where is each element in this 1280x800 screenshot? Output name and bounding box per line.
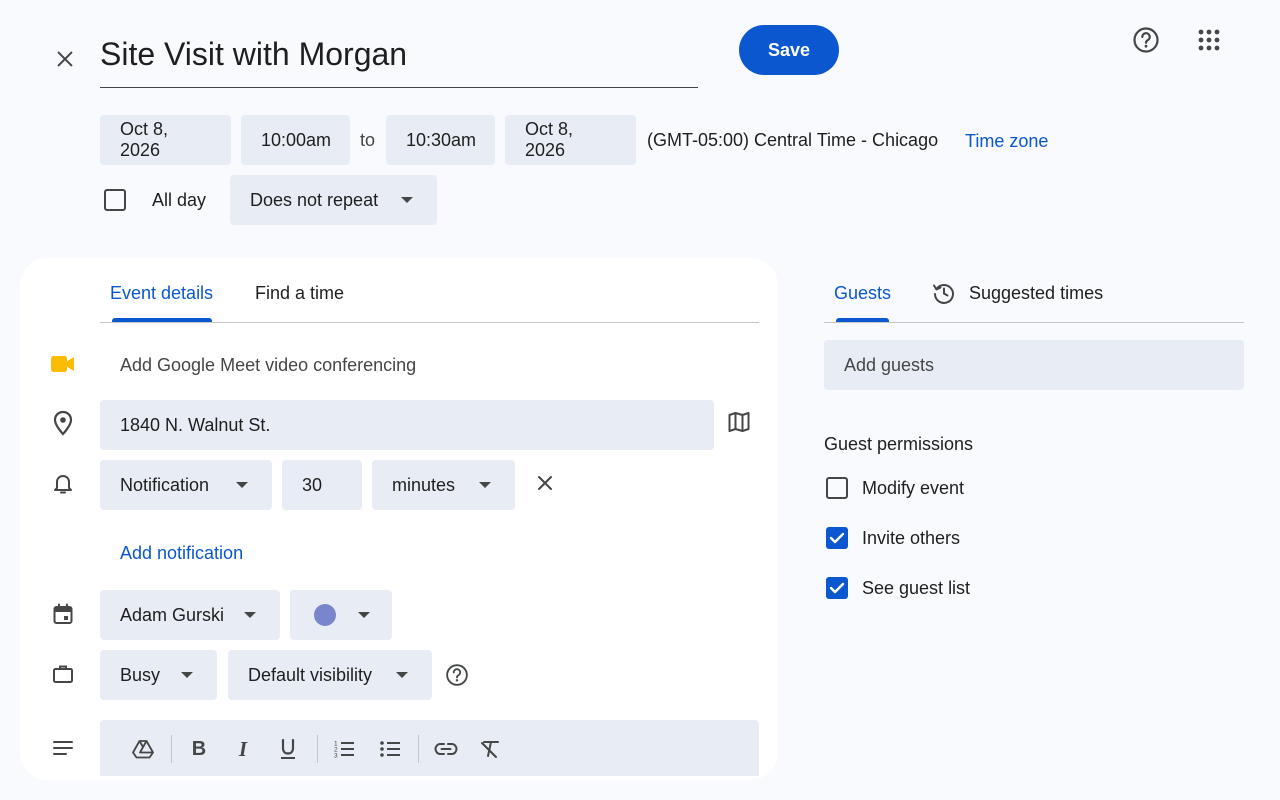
clear-formatting-icon[interactable]: [477, 736, 503, 762]
timezone-text: (GMT-05:00) Central Time - Chicago: [647, 130, 939, 150]
location-input[interactable]: 1840 N. Walnut St.: [100, 400, 714, 450]
end-time-chip[interactable]: 10:30am: [386, 115, 495, 165]
help-icon[interactable]: [1130, 24, 1162, 56]
location-pin-icon: [48, 408, 78, 438]
chevron-down-icon: [479, 482, 491, 488]
chevron-down-icon: [358, 612, 370, 618]
start-time: 10:00am: [261, 129, 332, 150]
chevron-down-icon: [236, 482, 248, 488]
end-date-chip[interactable]: Oct 8, 2026: [505, 115, 636, 165]
visibility-help-icon[interactable]: [444, 662, 470, 688]
bulleted-list-icon[interactable]: [377, 736, 403, 762]
repeat-dropdown[interactable]: Does not repeat: [230, 175, 437, 225]
toolbar-divider: [171, 735, 172, 763]
modify-event-label: Modify event: [862, 478, 965, 498]
save-button[interactable]: Save: [739, 25, 839, 75]
calendar-icon: [48, 599, 78, 629]
guests-tabs-divider: [824, 322, 1244, 323]
add-guests-input[interactable]: Add guests: [824, 340, 1244, 390]
notification-amount: 30: [302, 474, 323, 495]
link-icon[interactable]: [433, 736, 459, 762]
apps-grid-icon[interactable]: [1193, 24, 1225, 56]
toolbar-divider: [418, 735, 419, 763]
end-time: 10:30am: [406, 129, 477, 150]
description-icon: [48, 733, 78, 763]
italic-icon[interactable]: I: [230, 736, 256, 762]
underline-icon[interactable]: [275, 736, 301, 762]
modify-event-checkbox[interactable]: [826, 477, 848, 499]
tab-guests[interactable]: Guests: [834, 283, 891, 304]
bold-icon[interactable]: B: [186, 736, 212, 762]
chevron-down-icon: [396, 672, 408, 678]
guest-permissions-title: Guest permissions: [824, 434, 974, 454]
notification-unit-dropdown[interactable]: minutes: [372, 460, 515, 510]
remove-notification-icon[interactable]: [532, 470, 558, 496]
to-label: to: [360, 130, 376, 150]
location-value: 1840 N. Walnut St.: [120, 414, 271, 435]
start-time-chip[interactable]: 10:00am: [241, 115, 350, 165]
repeat-value: Does not repeat: [250, 189, 379, 210]
timezone-link[interactable]: Time zone: [965, 131, 1048, 152]
busy-value: Busy: [120, 664, 161, 685]
google-meet-icon: [48, 349, 78, 379]
event-color-swatch: [314, 604, 336, 626]
title-input[interactable]: Site Visit with Morgan: [100, 30, 698, 88]
bell-icon: [48, 469, 78, 499]
tabs-divider: [100, 322, 759, 323]
notification-type-dropdown[interactable]: Notification: [100, 460, 272, 510]
add-meet-button[interactable]: Add Google Meet video conferencing: [120, 355, 416, 376]
tab-find-time[interactable]: Find a time: [255, 283, 344, 304]
visibility-value: Default visibility: [248, 664, 373, 685]
map-icon[interactable]: [725, 408, 753, 436]
close-icon[interactable]: [50, 44, 80, 74]
event-color-dropdown[interactable]: [290, 590, 392, 640]
busy-dropdown[interactable]: Busy: [100, 650, 217, 700]
add-notification-button[interactable]: Add notification: [120, 543, 243, 564]
chevron-down-icon: [244, 612, 256, 618]
end-date: Oct 8, 2026: [525, 119, 574, 160]
numbered-list-icon[interactable]: 1 2 3: [331, 736, 357, 762]
briefcase-icon: [48, 659, 78, 689]
add-guests-placeholder: Add guests: [844, 354, 935, 375]
toolbar-divider: [317, 735, 318, 763]
all-day-checkbox[interactable]: [104, 189, 126, 211]
see-guest-list-label: See guest list: [862, 578, 971, 598]
event-title: Site Visit with Morgan: [100, 36, 408, 72]
calendar-owner: Adam Gurski: [120, 604, 225, 625]
event-details-panel: [20, 258, 778, 780]
invite-others-label: Invite others: [862, 528, 961, 548]
tab-event-details[interactable]: Event details: [110, 283, 213, 304]
notification-amount-input[interactable]: 30: [282, 460, 362, 510]
visibility-dropdown[interactable]: Default visibility: [228, 650, 432, 700]
calendar-owner-dropdown[interactable]: Adam Gurski: [100, 590, 280, 640]
tab-suggested-times[interactable]: Suggested times: [969, 283, 1103, 304]
start-date-chip[interactable]: Oct 8, 2026: [100, 115, 231, 165]
invite-others-checkbox[interactable]: [826, 527, 848, 549]
google-drive-icon[interactable]: [130, 736, 156, 762]
chevron-down-icon: [401, 197, 413, 203]
notification-unit: minutes: [392, 474, 456, 495]
start-date: Oct 8, 2026: [120, 119, 169, 160]
chevron-down-icon: [181, 672, 193, 678]
notification-type: Notification: [120, 474, 210, 495]
all-day-label: All day: [152, 190, 207, 210]
see-guest-list-checkbox[interactable]: [826, 577, 848, 599]
history-icon: [929, 278, 959, 308]
svg-text:3: 3: [334, 753, 338, 760]
